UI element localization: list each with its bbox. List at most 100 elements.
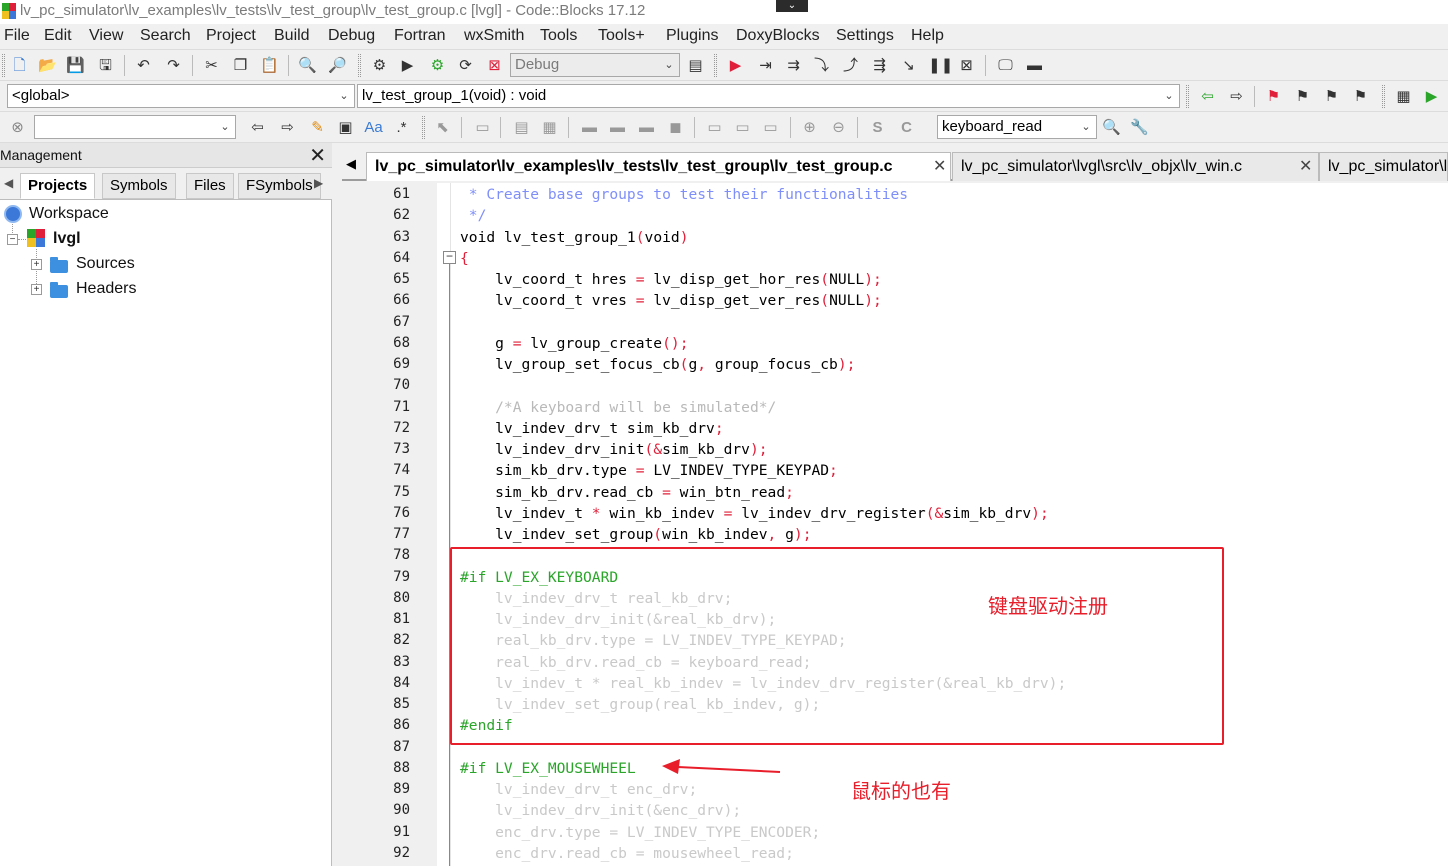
- menu-debug[interactable]: Debug: [328, 27, 375, 45]
- debug-windows-icon[interactable]: 🖵: [996, 56, 1015, 75]
- next-instruction-icon[interactable]: ⇶: [870, 56, 889, 75]
- save-icon[interactable]: 💾: [66, 56, 85, 75]
- sizer-h-icon[interactable]: ▬: [580, 118, 599, 137]
- tab-projects[interactable]: Projects: [20, 173, 96, 199]
- toggle-bookmark-icon[interactable]: ⚑: [1264, 87, 1283, 106]
- button-widget-icon[interactable]: ▭: [705, 118, 724, 137]
- tab-files[interactable]: Files: [186, 173, 234, 199]
- open-file-icon[interactable]: 📂: [38, 56, 57, 75]
- find-next-icon[interactable]: ⇨: [278, 118, 297, 137]
- toolbar-grip[interactable]: [1382, 85, 1385, 108]
- settings-wrench-icon[interactable]: 🔧: [1130, 118, 1149, 137]
- abort-icon[interactable]: ⊠: [485, 56, 504, 75]
- find-previous-icon[interactable]: ⇦: [248, 118, 267, 137]
- close-tab-icon[interactable]: ✕: [1299, 153, 1312, 180]
- close-icon[interactable]: ✕: [309, 143, 326, 168]
- tab-scroll-left-icon[interactable]: ◀: [4, 176, 13, 190]
- search-icon[interactable]: 🔍: [1102, 118, 1121, 137]
- build-and-run-icon[interactable]: ⚙: [428, 56, 447, 75]
- menu-edit[interactable]: Edit: [44, 27, 72, 45]
- symbol-search-select[interactable]: keyboard_read ⌄: [937, 115, 1097, 139]
- expand-icon[interactable]: +: [31, 284, 42, 295]
- textctrl-widget-icon[interactable]: ▭: [733, 118, 752, 137]
- dialog-icon[interactable]: ▦: [540, 118, 559, 137]
- rebuild-icon[interactable]: ⟳: [456, 56, 475, 75]
- tab-fsymbols[interactable]: FSymbols: [238, 173, 321, 199]
- replace-icon[interactable]: 🔎: [328, 56, 347, 75]
- code-editor[interactable]: − 61 * Create base groups to test their …: [345, 183, 1448, 866]
- menu-settings[interactable]: Settings: [836, 27, 894, 45]
- close-tab-icon[interactable]: ✕: [933, 153, 946, 180]
- fold-toggle-icon[interactable]: −: [443, 250, 456, 264]
- menu-plugins[interactable]: Plugins: [666, 27, 718, 45]
- tab-symbols[interactable]: Symbols: [102, 173, 176, 199]
- find-icon[interactable]: 🔍: [298, 56, 317, 75]
- doxyblocks-icon[interactable]: ▦: [1394, 87, 1413, 106]
- toolbar-grip[interactable]: [1186, 85, 1189, 108]
- panel-icon[interactable]: ▤: [512, 118, 531, 137]
- tab-scroll-right-icon[interactable]: ▶: [314, 176, 323, 190]
- scope-select[interactable]: <global> ⌄: [7, 84, 355, 108]
- flex-sizer-icon[interactable]: ◼: [666, 118, 685, 137]
- toolbar-grip[interactable]: [2, 54, 5, 77]
- build-options-icon[interactable]: ▤: [686, 56, 705, 75]
- cut-icon[interactable]: ✂: [202, 56, 221, 75]
- prev-bookmark-icon[interactable]: ⚑: [1293, 87, 1312, 106]
- s-icon[interactable]: S: [868, 118, 887, 137]
- run-icon[interactable]: ▶: [398, 56, 417, 75]
- expand-icon[interactable]: +: [31, 259, 42, 270]
- c-icon[interactable]: C: [897, 118, 916, 137]
- menu-build[interactable]: Build: [274, 27, 310, 45]
- regex-icon[interactable]: .*: [392, 118, 411, 137]
- sizer-v-icon[interactable]: ▬: [608, 118, 627, 137]
- zoom-out-icon[interactable]: ⊖: [829, 118, 848, 137]
- step-into-icon[interactable]: ⤵: [812, 56, 831, 75]
- tree-project-lvgl[interactable]: lvgl: [53, 230, 81, 248]
- match-case-icon[interactable]: Aa: [364, 118, 383, 137]
- menu-view[interactable]: View: [89, 27, 123, 45]
- tree-workspace[interactable]: Workspace: [29, 205, 109, 223]
- menu-file[interactable]: File: [4, 27, 30, 45]
- clear-bookmarks-icon[interactable]: ⚑: [1351, 87, 1370, 106]
- menu-project[interactable]: Project: [206, 27, 256, 45]
- minimize-icon[interactable]: ⌄: [776, 0, 808, 12]
- selection-only-icon[interactable]: ▣: [336, 118, 355, 137]
- menu-search[interactable]: Search: [140, 27, 191, 45]
- redo-icon[interactable]: ↷: [164, 56, 183, 75]
- paste-icon[interactable]: 📋: [260, 56, 279, 75]
- debug-run-icon[interactable]: ▶: [726, 56, 745, 75]
- editor-tab-lv-test-group[interactable]: lv_pc_simulator\lv_examples\lv_tests\lv_…: [366, 152, 951, 181]
- step-out-icon[interactable]: ⤴: [841, 56, 860, 75]
- highlight-icon[interactable]: ✎: [308, 118, 327, 137]
- jump-forward-icon[interactable]: ⇨: [1227, 87, 1246, 106]
- search-input[interactable]: ⌄: [34, 115, 236, 139]
- new-file-icon[interactable]: 🗋: [10, 56, 29, 75]
- collapse-icon[interactable]: −: [7, 234, 18, 245]
- toolbar-grip[interactable]: [714, 54, 717, 77]
- statictext-widget-icon[interactable]: ▭: [761, 118, 780, 137]
- next-line-icon[interactable]: ⇉: [784, 56, 803, 75]
- menu-doxyblocks[interactable]: DoxyBlocks: [736, 27, 820, 45]
- editor-tab-lv-win[interactable]: lv_pc_simulator\lvgl\src\lv_objx\lv_win.…: [952, 152, 1319, 181]
- frame-icon[interactable]: ▭: [473, 118, 492, 137]
- next-bookmark-icon[interactable]: ⚑: [1322, 87, 1341, 106]
- undo-icon[interactable]: ↶: [134, 56, 153, 75]
- clear-search-icon[interactable]: ⊗: [8, 118, 27, 137]
- tree-folder-sources[interactable]: Sources: [76, 255, 135, 273]
- editor-tab-truncated[interactable]: lv_pc_simulator\lv: [1319, 152, 1448, 181]
- function-select[interactable]: lv_test_group_1(void) : void ⌄: [357, 84, 1180, 108]
- doxy-run-icon[interactable]: ▶: [1422, 87, 1441, 106]
- build-target-select[interactable]: Debug ⌄: [510, 53, 680, 77]
- step-instruction-icon[interactable]: ↘: [899, 56, 918, 75]
- grid-sizer-icon[interactable]: ▬: [637, 118, 656, 137]
- menu-tools-plus[interactable]: Tools+: [598, 27, 645, 45]
- zoom-in-icon[interactable]: ⊕: [800, 118, 819, 137]
- save-all-icon[interactable]: 🖫: [96, 56, 115, 75]
- debug-info-icon[interactable]: ▬: [1025, 56, 1044, 75]
- jump-back-icon[interactable]: ⇦: [1198, 87, 1217, 106]
- stop-debug-icon[interactable]: ⊠: [957, 56, 976, 75]
- menu-wxsmith[interactable]: wxSmith: [464, 27, 524, 45]
- build-gear-icon[interactable]: ⚙: [370, 56, 389, 75]
- copy-icon[interactable]: ❐: [231, 56, 250, 75]
- run-to-cursor-icon[interactable]: ⇥: [756, 56, 775, 75]
